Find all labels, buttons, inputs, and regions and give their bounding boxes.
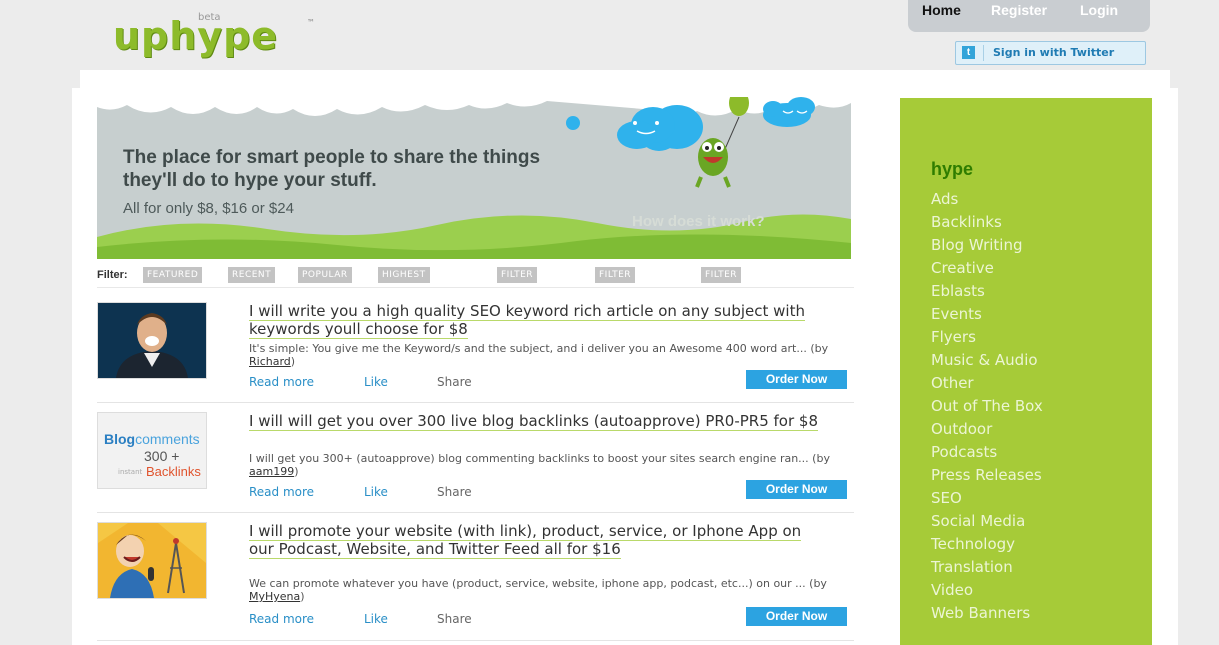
page-left-edge (72, 88, 80, 645)
category-web-banners[interactable]: Web Banners (931, 602, 1043, 625)
listing-divider (97, 640, 854, 641)
hero-banner: The place for smart people to share the … (97, 97, 851, 259)
top-nav: Home Register Login (908, 0, 1150, 32)
category-ads[interactable]: Ads (931, 188, 1043, 211)
button-divider (983, 45, 984, 61)
uphype-logo[interactable]: uphype beta ™ (113, 12, 315, 58)
category-blog-writing[interactable]: Blog Writing (931, 234, 1043, 257)
page-right-edge (1170, 88, 1178, 645)
category-seo[interactable]: SEO (931, 487, 1043, 510)
thumb-backlinks-text: Backlinks (146, 464, 201, 479)
like-link[interactable]: Like (364, 485, 388, 499)
listing-title[interactable]: I will will get you over 300 live blog b… (249, 412, 819, 431)
filter-by-24[interactable]: FILTER BY $24 (701, 267, 742, 312)
twitter-signin-button[interactable]: t Sign in with Twitter (955, 41, 1146, 65)
category-technology[interactable]: Technology (931, 533, 1043, 556)
category-video[interactable]: Video (931, 579, 1043, 602)
category-eblasts[interactable]: Eblasts (931, 280, 1043, 303)
thumb-blogcomments-text: Blogcomments (104, 431, 200, 447)
category-backlinks[interactable]: Backlinks (931, 211, 1043, 234)
category-podcasts[interactable]: Podcasts (931, 441, 1043, 464)
order-now-button[interactable]: Order Now (746, 480, 847, 499)
category-out-of-the-box[interactable]: Out of The Box (931, 395, 1043, 418)
filter-popular[interactable]: POPULAR (298, 267, 352, 283)
read-more-link[interactable]: Read more (249, 485, 314, 499)
category-translation[interactable]: Translation (931, 556, 1043, 579)
filter-label: Filter: (97, 269, 128, 281)
like-link[interactable]: Like (364, 612, 388, 626)
banner-subline: All for only $8, $16 or $24 (123, 200, 294, 217)
category-creative[interactable]: Creative (931, 257, 1043, 280)
thumb-instant-text: instant (118, 468, 143, 476)
filter-by-16[interactable]: FILTER BY $16 (595, 267, 636, 312)
twitter-signin-label: Sign in with Twitter (993, 46, 1115, 59)
category-sidebar: hype Ads Backlinks Blog Writing Creative… (900, 98, 1152, 645)
listing-description: It's simple: You give me the Keyword/s a… (249, 342, 829, 368)
share-link[interactable]: Share (437, 612, 472, 626)
order-now-button[interactable]: Order Now (746, 607, 847, 626)
category-list: Ads Backlinks Blog Writing Creative Ebla… (931, 188, 1043, 625)
trademark-mark: ™ (307, 18, 316, 27)
listing-author-link[interactable]: aam199 (249, 465, 294, 478)
order-now-button[interactable]: Order Now (746, 370, 847, 389)
read-more-link[interactable]: Read more (249, 612, 314, 626)
banner-headline: The place for smart people to share the … (123, 147, 541, 191)
man-portrait-image (98, 303, 206, 378)
category-events[interactable]: Events (931, 303, 1043, 326)
filter-highest-rated[interactable]: HIGHEST RATED (378, 267, 430, 296)
category-other[interactable]: Other (931, 372, 1043, 395)
category-social-media[interactable]: Social Media (931, 510, 1043, 533)
listing-thumbnail[interactable]: Blogcomments 300 + instant Backlinks (97, 412, 207, 489)
listing-actions: Read more Like Share (249, 612, 472, 626)
filter-divider (97, 287, 854, 288)
category-press-releases[interactable]: Press Releases (931, 464, 1043, 487)
listing-actions: Read more Like Share (249, 375, 472, 389)
twitter-icon: t (962, 46, 975, 59)
listing-author-link[interactable]: MyHyena (249, 590, 300, 603)
filter-featured[interactable]: FEATURED (143, 267, 203, 283)
read-more-link[interactable]: Read more (249, 375, 314, 389)
listing-actions: Read more Like Share (249, 485, 472, 499)
nav-register[interactable]: Register (991, 2, 1047, 18)
listing-title[interactable]: I will promote your website (with link),… (249, 522, 819, 559)
how-does-it-work-link[interactable]: How does it work? (632, 213, 765, 230)
filter-by-8[interactable]: FILTER BY $8 (497, 267, 538, 296)
category-music-audio[interactable]: Music & Audio (931, 349, 1043, 372)
sidebar-heading: hype (931, 159, 974, 179)
like-link[interactable]: Like (364, 375, 388, 389)
listing-divider (97, 402, 854, 403)
listing-thumbnail[interactable] (97, 522, 207, 599)
listing-description: We can promote whatever you have (produc… (249, 577, 827, 603)
filter-recent[interactable]: RECENT (228, 267, 276, 283)
nav-home[interactable]: Home (922, 2, 961, 18)
logo-text[interactable]: uphype (113, 14, 278, 58)
listing-divider (97, 512, 854, 513)
thumb-count-text: 300 + (144, 448, 180, 464)
listing-author-link[interactable]: Richard (249, 355, 291, 368)
share-link[interactable]: Share (437, 485, 472, 499)
share-link[interactable]: Share (437, 375, 472, 389)
listing-thumbnail[interactable] (97, 302, 207, 379)
category-outdoor[interactable]: Outdoor (931, 418, 1043, 441)
listing-title[interactable]: I will write you a high quality SEO keyw… (249, 302, 819, 339)
nav-login[interactable]: Login (1080, 2, 1118, 18)
listing-description: I will get you 300+ (autoapprove) blog c… (249, 452, 830, 478)
beta-badge: beta (198, 12, 221, 23)
category-flyers[interactable]: Flyers (931, 326, 1043, 349)
podcast-cartoon-image (98, 523, 206, 598)
